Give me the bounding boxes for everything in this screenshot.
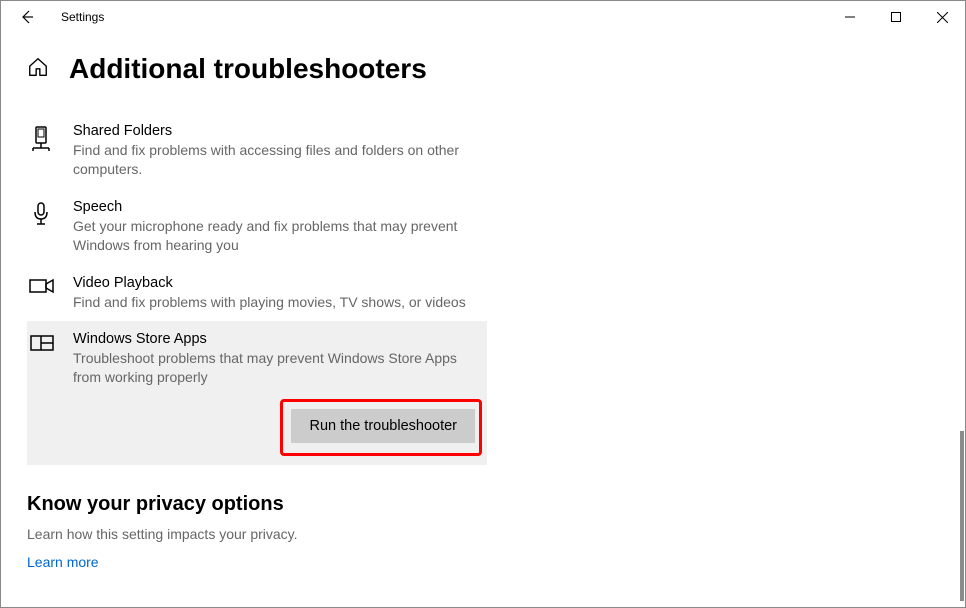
- run-troubleshooter-button[interactable]: Run the troubleshooter: [291, 409, 475, 443]
- home-icon[interactable]: [27, 56, 49, 83]
- window-controls: [827, 1, 965, 33]
- video-icon: [29, 275, 57, 312]
- ts-desc: Troubleshoot problems that may prevent W…: [73, 349, 477, 387]
- ts-title: Windows Store Apps: [73, 331, 477, 347]
- privacy-desc: Learn how this setting impacts your priv…: [27, 526, 939, 542]
- ts-item-video-playback[interactable]: Video Playback Find and fix problems wit…: [27, 265, 487, 322]
- ts-desc: Find and fix problems with playing movie…: [73, 293, 466, 312]
- microphone-icon: [29, 199, 57, 255]
- app-title: Settings: [61, 10, 104, 24]
- ts-title: Video Playback: [73, 275, 466, 291]
- ts-item-shared-folders[interactable]: Shared Folders Find and fix problems wit…: [27, 113, 487, 189]
- ts-item-speech[interactable]: Speech Get your microphone ready and fix…: [27, 189, 487, 265]
- shared-folders-icon: [29, 123, 57, 179]
- back-button[interactable]: [11, 1, 43, 33]
- titlebar: Settings: [1, 1, 965, 33]
- page-header: Additional troubleshooters: [27, 53, 939, 85]
- privacy-title: Know your privacy options: [27, 493, 939, 516]
- ts-item-windows-store-apps[interactable]: Windows Store Apps Troubleshoot problems…: [27, 321, 487, 465]
- ts-desc: Find and fix problems with accessing fil…: [73, 141, 477, 179]
- ts-desc: Get your microphone ready and fix proble…: [73, 217, 477, 255]
- maximize-button[interactable]: [873, 1, 919, 33]
- scrollbar[interactable]: [960, 431, 964, 601]
- learn-more-link[interactable]: Learn more: [27, 554, 939, 570]
- minimize-button[interactable]: [827, 1, 873, 33]
- page-title: Additional troubleshooters: [69, 53, 427, 85]
- store-apps-icon: [29, 331, 57, 443]
- ts-title: Shared Folders: [73, 123, 477, 139]
- ts-title: Speech: [73, 199, 477, 215]
- close-button[interactable]: [919, 1, 965, 33]
